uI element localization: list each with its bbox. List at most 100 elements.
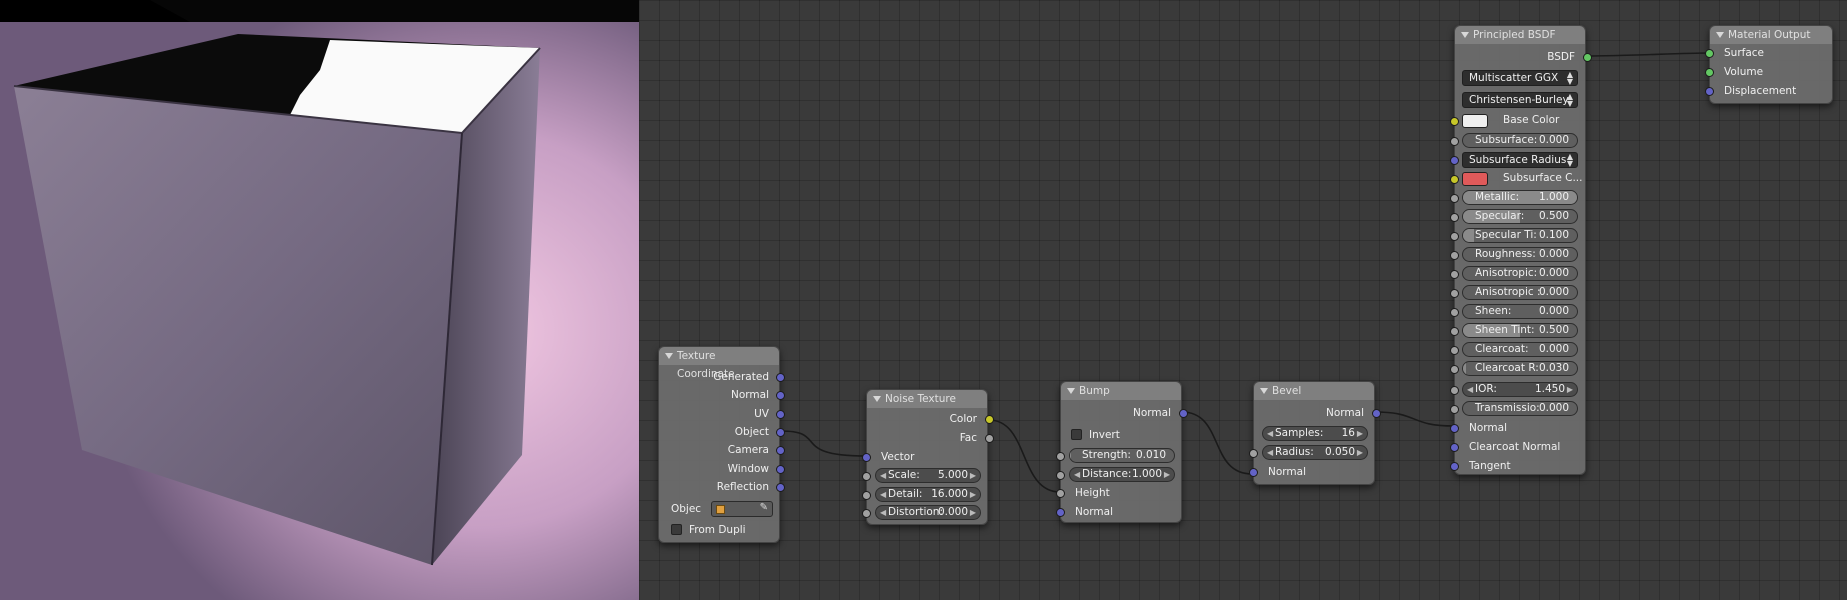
bsdf-slider[interactable]: Sheen Tint: 0.500: [1462, 323, 1578, 338]
socket-slider-0[interactable]: [1450, 194, 1459, 203]
collapse-icon[interactable]: [1260, 388, 1268, 394]
increment-icon[interactable]: ▶: [970, 469, 976, 482]
bsdf-slider[interactable]: Specular: 0.500: [1462, 209, 1578, 224]
subsurface-slider[interactable]: Subsurface: 0.000: [1462, 133, 1578, 148]
socket-transmission[interactable]: [1450, 405, 1459, 414]
socket-normal-out[interactable]: [1372, 409, 1381, 418]
object-picker[interactable]: ✎: [711, 501, 773, 517]
decrement-icon[interactable]: ◀: [1074, 468, 1080, 481]
socket-slider-9[interactable]: [1450, 365, 1459, 374]
node-editor[interactable]: Texture Coordinate Generated Normal UV O…: [639, 0, 1847, 600]
socket-slider-5[interactable]: [1450, 289, 1459, 298]
socket-slider-6[interactable]: [1450, 308, 1459, 317]
socket-subsurface-radius[interactable]: [1450, 156, 1459, 165]
socket-scale[interactable]: [862, 472, 871, 481]
socket-reflection[interactable]: [776, 483, 785, 492]
distortion-field[interactable]: ◀ Distortion: 0.000 ▶: [875, 505, 981, 520]
socket-normal[interactable]: [776, 391, 785, 400]
noise-texture-node[interactable]: Noise Texture Color Fac Vector ◀ Scale: …: [862, 389, 994, 525]
distribution-dropdown[interactable]: Multiscatter GGX ▲ ▼: [1462, 70, 1578, 86]
socket-subsurface[interactable]: [1450, 137, 1459, 146]
collapse-icon[interactable]: [665, 353, 673, 359]
bump-node[interactable]: Bump Normal Invert Strength: 0.010 ◀ Dis…: [1056, 381, 1188, 523]
bsdf-slider[interactable]: Anisotropic :0.000: [1462, 285, 1578, 300]
samples-field[interactable]: ◀ Samples: 16 ▶: [1262, 426, 1368, 441]
socket-camera[interactable]: [776, 446, 785, 455]
socket-object[interactable]: [776, 428, 785, 437]
socket-radius[interactable]: [1249, 449, 1258, 458]
node-header[interactable]: Noise Texture: [867, 390, 987, 408]
socket-bsdf[interactable]: [1583, 53, 1592, 62]
invert-checkbox[interactable]: [1071, 429, 1082, 440]
principled-bsdf-node[interactable]: Principled BSDF BSDF Multiscatter GGX ▲ ▼…: [1450, 25, 1592, 475]
collapse-icon[interactable]: [1716, 32, 1724, 38]
socket-window[interactable]: [776, 465, 785, 474]
socket-tangent[interactable]: [1450, 462, 1459, 471]
decrement-icon[interactable]: ◀: [1267, 446, 1273, 459]
collapse-icon[interactable]: [1461, 32, 1469, 38]
node-header[interactable]: Principled BSDF: [1455, 26, 1585, 44]
socket-displacement[interactable]: [1705, 87, 1714, 96]
decrement-icon[interactable]: ◀: [880, 488, 886, 501]
increment-icon[interactable]: ▶: [970, 506, 976, 519]
increment-icon[interactable]: ▶: [1567, 383, 1573, 396]
bsdf-slider[interactable]: Sheen: 0.000: [1462, 304, 1578, 319]
material-output-node[interactable]: Material Output Surface Volume Displacem…: [1705, 25, 1833, 104]
bevel-node[interactable]: Bevel Normal ◀ Samples: 16 ▶ ◀ Radius: 0…: [1249, 381, 1381, 485]
subsurface-method-dropdown[interactable]: Christensen-Burley ▲ ▼: [1462, 92, 1578, 108]
bsdf-slider[interactable]: Metallic: 1.000: [1462, 190, 1578, 205]
socket-distance[interactable]: [1056, 471, 1065, 480]
increment-icon[interactable]: ▶: [1164, 468, 1170, 481]
distance-field[interactable]: ◀ Distance: 1.000 ▶: [1069, 467, 1175, 482]
socket-normal-in[interactable]: [1056, 508, 1065, 517]
decrement-icon[interactable]: ◀: [1467, 383, 1473, 396]
socket-slider-8[interactable]: [1450, 346, 1459, 355]
bsdf-slider[interactable]: Roughness: 0.000: [1462, 247, 1578, 262]
render-viewport[interactable]: [0, 0, 639, 600]
strength-slider[interactable]: Strength: 0.010: [1069, 448, 1175, 463]
subsurface-color-swatch[interactable]: [1462, 172, 1488, 186]
node-header[interactable]: Material Output: [1710, 26, 1832, 44]
ior-field[interactable]: ◀ IOR: 1.450 ▶: [1462, 382, 1578, 397]
socket-slider-7[interactable]: [1450, 327, 1459, 336]
transmission-slider[interactable]: Transmissio: 0.000: [1462, 401, 1578, 416]
bsdf-slider[interactable]: Clearcoat R: 0.030: [1462, 361, 1578, 376]
socket-base-color[interactable]: [1450, 117, 1459, 126]
socket-volume[interactable]: [1705, 68, 1714, 77]
increment-icon[interactable]: ▶: [970, 488, 976, 501]
socket-normal-in[interactable]: [1249, 468, 1258, 477]
collapse-icon[interactable]: [873, 396, 881, 402]
socket-normal-out[interactable]: [1179, 409, 1188, 418]
socket-surface[interactable]: [1705, 49, 1714, 58]
decrement-icon[interactable]: ◀: [880, 506, 886, 519]
decrement-icon[interactable]: ◀: [880, 469, 886, 482]
node-header[interactable]: Texture Coordinate: [659, 347, 779, 380]
subsurface-radius-dropdown[interactable]: Subsurface Radius ▲ ▼: [1462, 152, 1578, 168]
socket-subsurface-color[interactable]: [1450, 175, 1459, 184]
socket-uv[interactable]: [776, 410, 785, 419]
bsdf-slider[interactable]: Clearcoat: 0.000: [1462, 342, 1578, 357]
socket-fac[interactable]: [985, 434, 994, 443]
collapse-icon[interactable]: [1067, 388, 1075, 394]
from-dupli-checkbox[interactable]: [671, 524, 682, 535]
texture-coordinate-node[interactable]: Texture Coordinate Generated Normal UV O…: [658, 346, 785, 543]
bsdf-slider[interactable]: Anisotropic: 0.000: [1462, 266, 1578, 281]
increment-icon[interactable]: ▶: [1357, 427, 1363, 440]
socket-ior[interactable]: [1450, 386, 1459, 395]
bsdf-slider[interactable]: Specular Ti: 0.100: [1462, 228, 1578, 243]
node-header[interactable]: Bump: [1061, 382, 1181, 400]
socket-normal[interactable]: [1450, 424, 1459, 433]
eyedropper-icon[interactable]: ✎: [760, 502, 768, 513]
increment-icon[interactable]: ▶: [1357, 446, 1363, 459]
socket-slider-2[interactable]: [1450, 232, 1459, 241]
socket-distortion[interactable]: [862, 509, 871, 518]
socket-slider-3[interactable]: [1450, 251, 1459, 260]
socket-detail[interactable]: [862, 491, 871, 500]
decrement-icon[interactable]: ◀: [1267, 427, 1273, 440]
socket-height[interactable]: [1056, 489, 1065, 498]
socket-color[interactable]: [985, 415, 994, 424]
node-header[interactable]: Bevel: [1254, 382, 1374, 400]
socket-vector[interactable]: [862, 453, 871, 462]
scale-field[interactable]: ◀ Scale: 5.000 ▶: [875, 468, 981, 483]
detail-field[interactable]: ◀ Detail: 16.000 ▶: [875, 487, 981, 502]
